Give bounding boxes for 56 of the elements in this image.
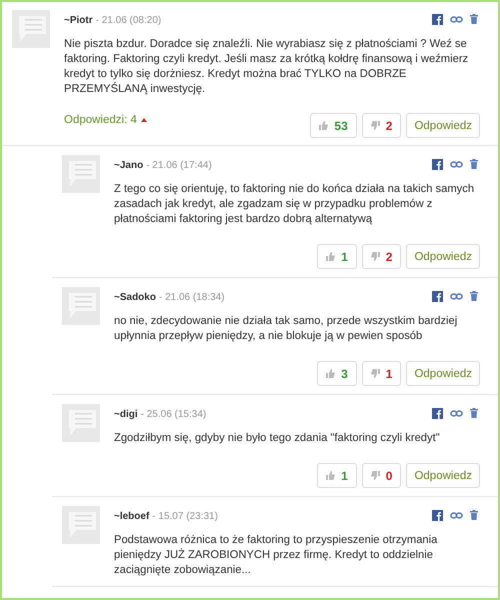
avatar-icon: [62, 287, 100, 325]
dislike-button[interactable]: 1: [362, 361, 402, 386]
dislike-button[interactable]: 2: [362, 244, 402, 269]
link-icon[interactable]: [450, 292, 463, 300]
trash-icon[interactable]: [470, 14, 478, 24]
facebook-icon[interactable]: [432, 158, 443, 170]
thumbs-down-icon: [370, 369, 380, 378]
comment-text: Nie piszta bzdur. Doradce się znaleźli. Nie wyrabiasz się z płatnościami ? Weź se faktoring. Faktoring czyli kredyt. Jeśli masz za krótką kołdrę finansową i weźmierz kredyt to tylko się dorżniesz. Kredyt można brać TYLKO na DOBRZE PRZEMYŚLANĄ inwestycję.: [64, 37, 470, 97]
comment-date: - 15.07 (23:31): [152, 511, 218, 522]
avatar-icon: [62, 155, 100, 193]
comment-date: - 21.06 (17:44): [146, 160, 212, 171]
facebook-icon[interactable]: [432, 14, 443, 24]
thumbs-up-icon: [319, 121, 328, 130]
author-name: ~Sadoko: [114, 292, 156, 303]
author-name: ~digi: [114, 409, 138, 420]
reply-button[interactable]: Odpowiedz: [406, 244, 480, 269]
link-icon[interactable]: [450, 16, 463, 22]
author-name: ~leboef: [114, 511, 150, 522]
reply-button[interactable]: Odpowiedz: [406, 361, 480, 386]
comment-date: - 25.06 (15:34): [140, 409, 206, 420]
thumbs-down-icon: [370, 471, 380, 480]
facebook-icon[interactable]: [432, 510, 443, 520]
like-button[interactable]: 3: [317, 361, 357, 386]
reply-button[interactable]: Odpowiedz: [406, 463, 480, 488]
comment-text: Zgodziłbym się, gdyby nie było tego zdania "faktoring czyli kredyt": [114, 431, 441, 446]
trash-icon[interactable]: [470, 159, 478, 169]
facebook-icon[interactable]: [432, 290, 443, 302]
comment-text: Podstawowa różnica to że faktoring to przyspieszenie otrzymania pieniędzy JUŻ ZAROBIONYCH przez firmę. Kredyt to oddzielnie zaciągnięte zobowiązanie...: [114, 533, 438, 578]
thumbs-down-icon: [370, 121, 380, 130]
thumbs-up-icon: [326, 369, 336, 378]
caret-icon[interactable]: [140, 118, 147, 122]
like-button[interactable]: 1: [317, 244, 357, 269]
thumbs-up-icon: [326, 471, 336, 480]
dislike-button[interactable]: 0: [362, 463, 402, 488]
link-icon[interactable]: [450, 160, 463, 168]
author-name: ~Jano: [114, 160, 144, 171]
thumbs-up-icon: [326, 252, 336, 261]
avatar-icon: [62, 506, 100, 544]
comment-date: - 21.06 (08:20): [96, 15, 162, 26]
like-button[interactable]: 1: [317, 463, 357, 488]
comment-text: no nie, zdecydowanie nie działa tak samo, przede wszystkim bardziej upłynnia przepływ pieniędzy, a nie blokuje ją w pewien sposób: [114, 314, 458, 344]
trash-icon[interactable]: [470, 510, 478, 520]
facebook-icon[interactable]: [432, 408, 443, 418]
thumbs-down-icon: [370, 252, 380, 261]
avatar-icon: [62, 404, 100, 442]
author-name: ~Piotr: [64, 15, 93, 26]
avatar-icon: [12, 10, 50, 48]
trash-icon[interactable]: [470, 408, 478, 418]
trash-icon[interactable]: [470, 291, 478, 301]
dislike-button[interactable]: 2: [362, 113, 402, 138]
reply-button[interactable]: Odpowiedz: [406, 113, 480, 138]
link-icon[interactable]: [450, 410, 463, 416]
link-icon[interactable]: [450, 512, 463, 518]
comment-date: - 21.06 (18:34): [158, 292, 225, 303]
comment-text: Z tego co się orientuję, to faktoring nie do końca działa na takich samych zasadach jak kredyt, ale zgadzam się w przypadku problemów z płatnościami faktoring jest bardzo dobrą alternatywą: [114, 182, 476, 227]
like-button[interactable]: 53: [310, 113, 357, 138]
